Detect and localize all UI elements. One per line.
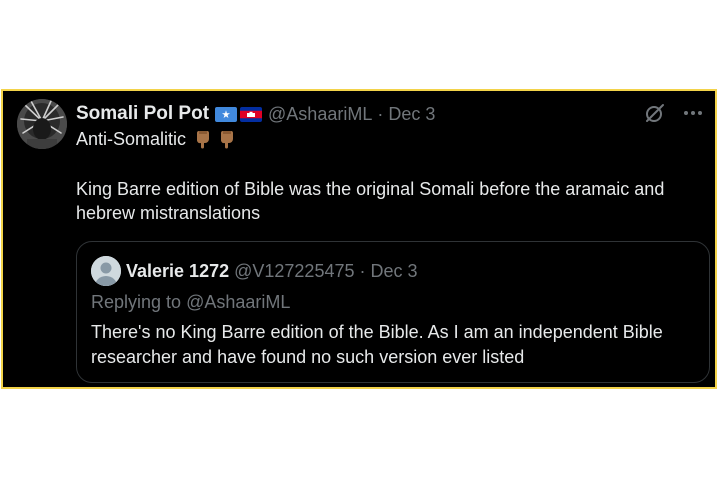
author-avatar[interactable]	[17, 99, 67, 149]
point-down-emoji-icon	[197, 131, 210, 149]
tweet-actions-top	[643, 101, 705, 125]
quoted-tweet-text: There's no King Barre edition of the Bib…	[91, 322, 663, 367]
point-down-emoji-icon	[221, 131, 234, 149]
quoted-tweet-header: Valerie 1272 @V127225475 · Dec 3	[91, 256, 418, 286]
author-handle[interactable]: @AshaariML	[268, 104, 372, 125]
quoted-author-avatar[interactable]	[91, 256, 121, 286]
cambodia-flag-icon	[240, 106, 263, 122]
quoted-tweet[interactable]: Valerie 1272 @V127225475 · Dec 3 Replyin…	[76, 241, 710, 383]
replying-to-handle[interactable]: @AshaariML	[186, 292, 290, 312]
separator-dot: ·	[359, 260, 366, 281]
tweet-card[interactable]: Somali Pol Pot @AshaariML · Dec 3 Anti-S…	[1, 89, 717, 389]
tweet-header: Somali Pol Pot @AshaariML · Dec 3	[76, 101, 435, 127]
separator-dot: ·	[377, 103, 384, 124]
tweet-date[interactable]: Dec 3	[388, 104, 435, 125]
somalia-flag-icon	[215, 106, 238, 122]
tweet-text-line1: Anti-Somalitic	[76, 128, 238, 150]
grok-icon[interactable]	[643, 101, 667, 125]
tweet-text-first: Anti-Somalitic	[76, 128, 187, 149]
author-name[interactable]: Somali Pol Pot	[76, 103, 209, 125]
replying-to: Replying to @AshaariML	[91, 292, 290, 313]
more-options-icon[interactable]	[681, 101, 705, 125]
tweet-text-body: King Barre edition of Bible was the orig…	[76, 179, 665, 223]
quoted-author-name[interactable]: Valerie 1272	[126, 261, 229, 282]
replying-to-label: Replying to	[91, 292, 187, 312]
emoji-row	[192, 128, 238, 150]
flag-emojis	[215, 106, 263, 122]
quoted-author-handle[interactable]: @V127225475	[234, 261, 354, 282]
quoted-tweet-date[interactable]: Dec 3	[370, 261, 417, 282]
